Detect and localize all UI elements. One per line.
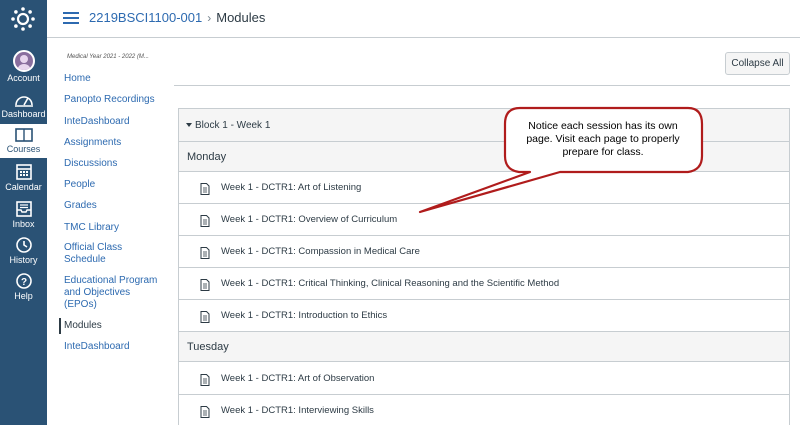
course-nav-intedashboard-2[interactable]: InteDashboard bbox=[64, 341, 169, 353]
course-nav: Medical Year 2021 - 2022 (M... Home Pano… bbox=[47, 38, 172, 425]
course-nav-assignments[interactable]: Assignments bbox=[64, 137, 169, 149]
course-nav-people[interactable]: People bbox=[64, 179, 169, 191]
canvas-logo-icon[interactable] bbox=[10, 6, 36, 32]
module-item-title[interactable]: Week 1 - DCTR1: Introduction to Ethics bbox=[221, 310, 387, 321]
global-nav-courses[interactable]: Courses bbox=[0, 124, 47, 158]
course-nav-intedashboard[interactable]: InteDashboard bbox=[64, 116, 169, 128]
page-icon bbox=[200, 247, 210, 259]
global-nav: Account Dashboard Courses Calendar Inbox… bbox=[0, 0, 47, 425]
module-item[interactable]: Week 1 - DCTR1: Art of Observation bbox=[179, 363, 789, 395]
breadcrumb-separator: › bbox=[207, 11, 212, 25]
history-icon bbox=[15, 237, 32, 253]
global-nav-calendar-label: Calendar bbox=[5, 182, 42, 192]
global-nav-history[interactable]: History bbox=[0, 236, 47, 265]
help-icon: ? bbox=[15, 273, 32, 289]
collapse-all-button[interactable]: Collapse All bbox=[725, 52, 790, 75]
hamburger-menu-icon[interactable] bbox=[63, 12, 79, 24]
breadcrumb-course-link[interactable]: 2219BSCI1100-001 bbox=[89, 10, 202, 25]
module-title: Block 1 - Week 1 bbox=[195, 120, 271, 131]
course-nav-grades[interactable]: Grades bbox=[64, 200, 169, 212]
module-item[interactable]: Week 1 - DCTR1: Interviewing Skills bbox=[179, 395, 789, 425]
breadcrumb-current: Modules bbox=[216, 10, 266, 25]
page-icon bbox=[200, 406, 210, 418]
module-item-title[interactable]: Week 1 - DCTR1: Art of Observation bbox=[221, 373, 374, 384]
course-nav-tmc-library[interactable]: TMC Library bbox=[64, 222, 169, 234]
subheader-label: Tuesday bbox=[187, 341, 229, 353]
course-subtitle: Medical Year 2021 - 2022 (M... bbox=[67, 54, 149, 60]
module-item-title[interactable]: Week 1 - DCTR1: Overview of Curriculum bbox=[221, 214, 397, 225]
course-nav-modules[interactable]: Modules bbox=[59, 318, 164, 334]
course-nav-panopto-recordings[interactable]: Panopto Recordings bbox=[64, 94, 169, 106]
avatar bbox=[12, 50, 35, 72]
inbox-icon bbox=[15, 201, 32, 217]
module-item-title[interactable]: Week 1 - DCTR1: Interviewing Skills bbox=[221, 405, 374, 416]
module-item-title[interactable]: Week 1 - DCTR1: Art of Listening bbox=[221, 182, 361, 193]
svg-text:?: ? bbox=[20, 277, 26, 288]
dashboard-icon bbox=[14, 96, 33, 107]
subheader-tuesday: Tuesday bbox=[179, 332, 789, 362]
courses-icon bbox=[14, 128, 33, 142]
caret-down-icon[interactable] bbox=[186, 123, 192, 127]
module-item[interactable]: Week 1 - DCTR1: Introduction to Ethics bbox=[179, 300, 789, 332]
global-nav-help[interactable]: ? Help bbox=[0, 272, 47, 301]
breadcrumb: 2219BSCI1100-001 › Modules bbox=[89, 10, 265, 25]
page-icon bbox=[200, 215, 210, 227]
course-nav-educational-program[interactable]: Educational Program and Objectives (EPOs… bbox=[64, 275, 159, 311]
module-item-title[interactable]: Week 1 - DCTR1: Compassion in Medical Ca… bbox=[221, 246, 420, 257]
calendar-icon bbox=[15, 164, 32, 180]
global-nav-history-label: History bbox=[9, 255, 38, 265]
module-item-title[interactable]: Week 1 - DCTR1: Critical Thinking, Clini… bbox=[221, 278, 559, 289]
global-nav-account[interactable]: Account bbox=[0, 50, 47, 83]
page-header: 2219BSCI1100-001 › Modules bbox=[47, 0, 800, 38]
global-nav-help-label: Help bbox=[14, 291, 33, 301]
callout-text: Notice each session has its own page. Vi… bbox=[526, 120, 680, 158]
global-nav-account-label: Account bbox=[7, 73, 40, 83]
module-item[interactable]: Week 1 - DCTR1: Critical Thinking, Clini… bbox=[179, 268, 789, 300]
course-nav-discussions[interactable]: Discussions bbox=[64, 158, 169, 170]
course-nav-home[interactable]: Home bbox=[64, 73, 169, 85]
page-icon bbox=[200, 374, 210, 386]
global-nav-inbox-label: Inbox bbox=[12, 219, 35, 229]
module-item[interactable]: Week 1 - DCTR1: Compassion in Medical Ca… bbox=[179, 236, 789, 268]
page-icon bbox=[200, 279, 210, 291]
page-icon bbox=[200, 183, 210, 195]
global-nav-dashboard-label: Dashboard bbox=[1, 109, 46, 119]
subheader-label: Monday bbox=[187, 151, 227, 163]
page-icon bbox=[200, 311, 210, 323]
global-nav-dashboard[interactable]: Dashboard bbox=[0, 92, 47, 119]
course-nav-official-class-schedule[interactable]: Official Class Schedule bbox=[64, 242, 154, 266]
global-nav-inbox[interactable]: Inbox bbox=[0, 200, 47, 229]
global-nav-calendar[interactable]: Calendar bbox=[0, 163, 47, 192]
content-divider bbox=[174, 85, 790, 86]
global-nav-courses-label: Courses bbox=[6, 144, 41, 154]
